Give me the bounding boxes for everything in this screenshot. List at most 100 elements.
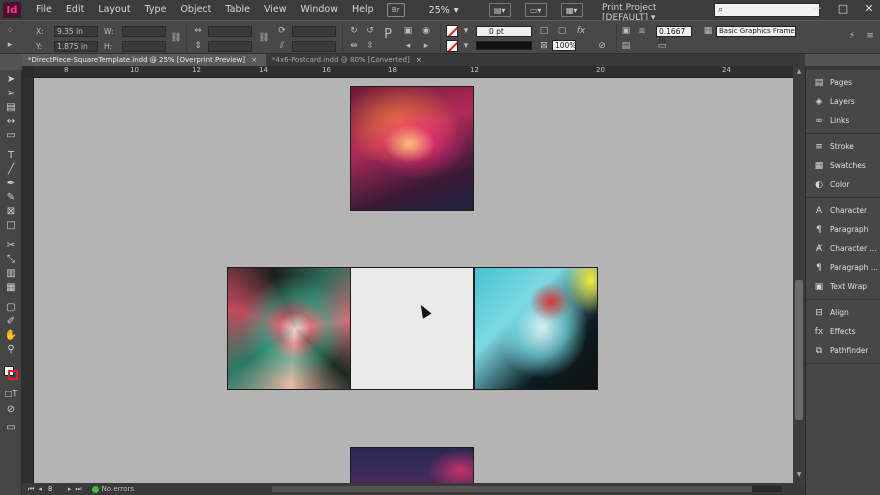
page-tool-icon[interactable]: ▤ [4, 102, 18, 114]
view-options-button[interactable]: ▤▾ [488, 3, 511, 17]
horizontal-ruler[interactable]: 8 10 12 14 16 18 12 20 24 [34, 66, 793, 78]
opacity-field[interactable]: 100% [552, 40, 576, 51]
graphic-frame-right-swirl[interactable] [474, 267, 598, 390]
horizontal-scroll-thumb[interactable] [272, 486, 752, 492]
vertical-scrollbar[interactable]: ▲ ▼ [793, 66, 805, 483]
fit-content-icon[interactable]: ▤ [620, 40, 632, 52]
select-next-icon[interactable]: ▸ [420, 40, 432, 52]
gradient-swatch-tool-icon[interactable]: ▥ [4, 268, 18, 280]
menu-file[interactable]: File [29, 0, 59, 20]
zoom-level-select[interactable]: 25% ▾ [423, 3, 475, 17]
menu-window[interactable]: Window [294, 0, 345, 20]
panel-character[interactable]: A Character [806, 201, 880, 220]
panel-links[interactable]: ∞ Links [806, 111, 880, 130]
select-content-icon[interactable]: ◉ [420, 25, 432, 37]
x-position-field[interactable]: 9.35 in [54, 26, 98, 37]
graphic-frame-bottom[interactable] [350, 447, 474, 483]
panel-effects[interactable]: fx Effects [806, 322, 880, 341]
constrain-proportions-icon[interactable]: ⛓ [170, 32, 182, 44]
scissors-tool-icon[interactable]: ✂ [4, 240, 18, 252]
rectangle-frame-tool-icon[interactable]: ⊠ [4, 206, 18, 218]
eyedropper-tool-icon[interactable]: ✐ [4, 316, 18, 328]
panel-paragraph[interactable]: ¶ Paragraph [806, 220, 880, 239]
rotate-90-cw-icon[interactable]: ↻ [348, 25, 360, 37]
scale-y-field[interactable] [208, 41, 252, 52]
search-field[interactable]: ⌕ [714, 3, 820, 17]
menu-view[interactable]: View [257, 0, 294, 20]
clear-effects-icon[interactable]: ⊘ [596, 40, 608, 52]
hand-tool-icon[interactable]: ✋ [4, 330, 18, 342]
panel-color[interactable]: ◐ Color [806, 175, 880, 194]
constrain-scale-icon[interactable]: ⛓ [258, 32, 270, 44]
first-page-icon[interactable]: ⏮ [28, 485, 34, 494]
next-page-icon[interactable]: ▸ [68, 485, 72, 493]
reference-point-icon[interactable]: ⁘ [4, 25, 16, 37]
page-number-field[interactable]: 8 [46, 484, 68, 494]
previous-page-icon[interactable]: ◂ [38, 485, 42, 493]
gap-field[interactable]: 0.1667 in [656, 26, 692, 45]
gradient-feather-tool-icon[interactable]: ▦ [4, 282, 18, 294]
scale-x-field[interactable] [208, 26, 252, 37]
rotate-90-ccw-icon[interactable]: ↺ [364, 25, 376, 37]
close-icon[interactable]: × [416, 56, 422, 64]
flip-horizontal-icon[interactable]: ⇹ [348, 40, 360, 52]
fill-swatch[interactable] [446, 25, 458, 37]
bridge-button[interactable]: Br [386, 3, 405, 17]
select-container-icon[interactable]: ▣ [402, 25, 414, 37]
content-collector-icon[interactable]: ▭ [4, 130, 18, 142]
pencil-tool-icon[interactable]: ✎ [4, 192, 18, 204]
last-page-icon[interactable]: ⏭ [75, 485, 81, 494]
stroke-swatch[interactable] [446, 40, 458, 52]
stroke-weight-field[interactable]: 0 pt [476, 26, 532, 37]
y-position-field[interactable]: 1.875 in [54, 41, 98, 52]
direct-selection-tool-icon[interactable]: ➢ [4, 88, 18, 100]
pen-tool-icon[interactable]: ✒ [4, 178, 18, 190]
panel-pages[interactable]: ▤ Pages [806, 73, 880, 92]
height-field[interactable] [122, 41, 166, 52]
panel-paragraph-styles[interactable]: ¶ Paragraph ... [806, 258, 880, 277]
panel-menu-icon[interactable]: ≡ [864, 30, 876, 42]
align-frame-icon[interactable]: ▭ [656, 40, 668, 52]
rectangle-tool-icon[interactable]: □ [4, 220, 18, 232]
arrange-documents-button[interactable]: ▦▾ [560, 3, 583, 17]
panel-text-wrap[interactable]: ▣ Text Wrap [806, 277, 880, 296]
shear-angle-field[interactable] [292, 41, 336, 52]
drop-shadow-icon[interactable]: □ [538, 25, 550, 37]
selection-tool-icon[interactable]: ➤ [4, 74, 18, 86]
chevron-down-icon[interactable]: ▾ [460, 40, 472, 52]
maximize-button[interactable]: □ [836, 2, 850, 16]
panel-character-styles[interactable]: Ⱥ Character ... [806, 239, 880, 258]
zoom-tool-icon[interactable]: ⚲ [4, 344, 18, 356]
type-tool-icon[interactable]: T [4, 150, 18, 162]
menu-layout[interactable]: Layout [91, 0, 137, 20]
document-canvas[interactable] [34, 78, 793, 483]
horizontal-scrollbar[interactable] [272, 486, 782, 492]
transform-options-icon[interactable]: ▸ [4, 39, 16, 51]
vertical-scroll-thumb[interactable] [795, 280, 803, 420]
minimize-button[interactable]: ─ [810, 2, 824, 16]
gap-tool-icon[interactable]: ↔ [4, 116, 18, 128]
tab-4x6-postcard[interactable]: *4x6-Postcard.indd @ 80% [Converted] × [266, 54, 426, 66]
close-icon[interactable]: × [251, 56, 257, 64]
tab-directpiece-square-template[interactable]: *DirectPiece-SquareTemplate.indd @ 25% [… [22, 54, 266, 66]
graphic-frame-left-swirl[interactable] [227, 267, 351, 390]
panel-swatches[interactable]: ▦ Swatches [806, 156, 880, 175]
panel-layers[interactable]: ◈ Layers [806, 92, 880, 111]
panel-stroke[interactable]: ≡ Stroke [806, 137, 880, 156]
free-transform-tool-icon[interactable]: ⤡ [4, 254, 18, 266]
chevron-down-icon[interactable]: ▾ [460, 25, 472, 37]
rotation-angle-field[interactable] [292, 26, 336, 37]
menu-help[interactable]: Help [345, 0, 381, 20]
shadow-toggle-icon[interactable]: ▢ [556, 25, 568, 37]
apply-none-icon[interactable]: ⊘ [4, 404, 18, 416]
fill-stroke-swatch[interactable] [4, 366, 18, 380]
screen-mode-tool-icon[interactable]: ▭ [4, 422, 18, 434]
menu-type[interactable]: Type [138, 0, 174, 20]
menu-object[interactable]: Object [173, 0, 218, 20]
object-style-select[interactable]: Basic Graphics Frame]+ [716, 26, 796, 37]
auto-fit-icon[interactable]: ▣ [620, 25, 632, 37]
scroll-down-icon[interactable]: ▼ [795, 471, 803, 479]
preflight-status-text[interactable]: No errors [102, 485, 162, 493]
close-button[interactable]: ✕ [862, 2, 876, 16]
select-previous-icon[interactable]: ◂ [402, 40, 414, 52]
